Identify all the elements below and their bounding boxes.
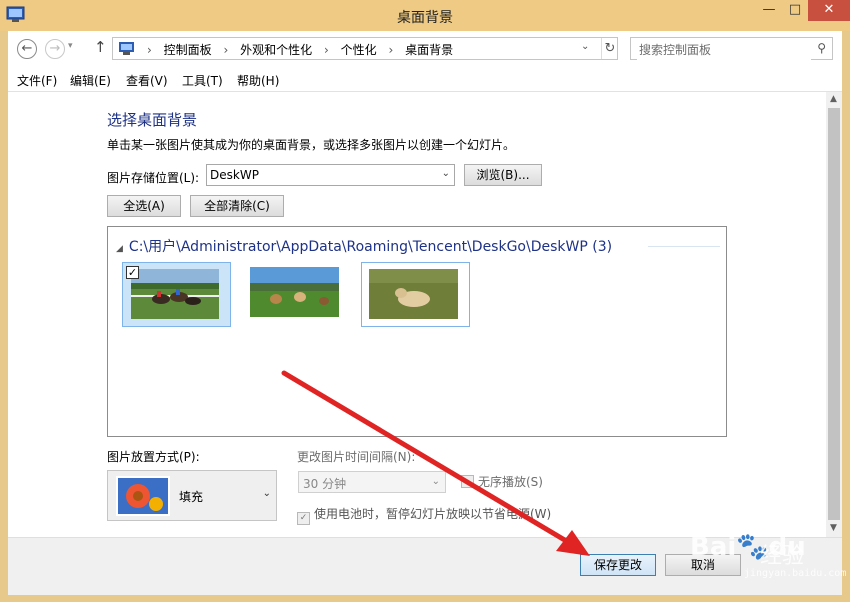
watermark-suffix: 经验 (760, 544, 805, 569)
chevron-down-icon: ⌄ (581, 41, 590, 52)
interval-label: 更改图片时间间隔(N): (297, 450, 416, 464)
scroll-thumb[interactable] (828, 108, 840, 520)
vertical-scrollbar[interactable]: ▲ ▼ (826, 92, 842, 537)
arrow-right-icon: → (49, 41, 61, 56)
back-button[interactable]: ← (17, 39, 37, 59)
page-description: 单击某一张图片使其成为你的桌面背景，或选择多张图片以创建一个幻灯片。 (107, 138, 516, 152)
menu-view[interactable]: 查看(V) (126, 72, 168, 89)
refresh-icon: ↻ (604, 41, 616, 56)
interval-value: 30 分钟 (303, 477, 347, 491)
close-button[interactable]: ✕ (808, 0, 850, 21)
arrow-left-icon: ← (21, 41, 33, 56)
up-button[interactable]: ↑ (94, 38, 107, 56)
breadcrumb-desktop-background[interactable]: 桌面背景 (405, 43, 453, 57)
picture-gallery: ◢ C:\用户\Administrator\AppData\Roaming\Ten… (107, 226, 727, 437)
group-header[interactable]: ◢ C:\用户\Administrator\AppData\Roaming\Ten… (116, 236, 612, 256)
breadcrumb-control-panel[interactable]: 控制面板 (164, 43, 212, 57)
browse-button[interactable]: 浏览(B)... (464, 164, 542, 186)
scroll-down-icon[interactable]: ▼ (830, 523, 837, 533)
shuffle-label: 无序播放(S) (478, 475, 543, 489)
refresh-button[interactable]: ↻ (601, 38, 618, 59)
chevron-down-icon: ⌄ (262, 488, 271, 499)
search-icon[interactable]: ⚲ (817, 41, 826, 55)
location-label: 图片存储位置(L): (107, 171, 200, 185)
address-dropdown-button[interactable]: ⌄ (581, 41, 589, 52)
control-panel-icon (119, 42, 134, 55)
battery-pause-checkbox[interactable]: ✓ 使用电池时，暂停幻灯片放映以节省电源(W) (297, 505, 551, 525)
flower-preview-icon (116, 476, 170, 516)
menu-help[interactable]: 帮助(H) (237, 72, 279, 89)
group-header-label: C:\用户\Administrator\AppData\Roaming\Tenc… (128, 239, 613, 255)
chevron-down-icon: ⌄ (431, 476, 440, 487)
chevron-down-icon: ▾ (68, 41, 73, 51)
menu-bar: 文件(F) 编辑(E) 查看(V) 工具(T) 帮助(H) (8, 68, 842, 91)
address-bar[interactable]: › 控制面板 › 外观和个性化 › 个性化 › 桌面背景 ⌄ ↻ (112, 37, 618, 60)
position-label: 图片放置方式(P): (107, 450, 200, 464)
horses-field-photo (250, 267, 339, 317)
collapse-icon: ◢ (116, 244, 123, 254)
picture-tile-horse-racing[interactable]: ✓ (122, 262, 231, 327)
picture-tile-horse-lying[interactable] (361, 262, 470, 327)
menu-edit[interactable]: 编辑(E) (70, 72, 111, 89)
search-box: ⚲ (630, 37, 833, 60)
save-changes-button[interactable]: 保存更改 (580, 554, 656, 576)
breadcrumb-appearance[interactable]: 外观和个性化 (240, 43, 312, 57)
search-input[interactable] (637, 39, 811, 60)
maximize-button[interactable]: □ (782, 0, 808, 21)
shuffle-checkbox[interactable]: 无序播放(S) (461, 473, 543, 490)
menu-file[interactable]: 文件(F) (17, 72, 57, 89)
location-select[interactable]: DeskWP ⌄ (206, 164, 455, 186)
title-bar: 桌面背景 — □ ✕ (0, 0, 850, 31)
group-divider (648, 246, 720, 247)
main-content: 选择桌面背景 单击某一张图片使其成为你的桌面背景，或选择多张图片以创建一个幻灯片… (8, 92, 826, 537)
chevron-down-icon: ⌄ (441, 168, 450, 179)
picture-tile-horses-field[interactable] (235, 262, 344, 327)
watermark-brand: Bai (690, 532, 737, 562)
page-title: 选择桌面背景 (107, 111, 198, 129)
breadcrumb-separator: › (388, 43, 394, 57)
horse-racing-photo (131, 269, 219, 319)
position-value: 填充 (179, 490, 204, 504)
arrow-up-icon: ↑ (94, 38, 107, 56)
scroll-up-icon[interactable]: ▲ (830, 94, 837, 104)
forward-button[interactable]: → (45, 39, 65, 59)
client-area: ← → ▾ ↑ › 控制面板 › 外观和个性化 › 个性化 › 桌面背景 ⌄ ↻… (8, 31, 842, 595)
position-select[interactable]: 填充 ⌄ (107, 470, 277, 521)
breadcrumb-personalization[interactable]: 个性化 (341, 43, 377, 57)
window: 桌面背景 — □ ✕ ← → ▾ ↑ › 控制面板 › 外观和个性化 › 个性化… (0, 0, 850, 602)
breadcrumb: › 控制面板 › 外观和个性化 › 个性化 › 桌面背景 (143, 41, 457, 58)
breadcrumb-separator: › (323, 43, 329, 57)
location-value: DeskWP (210, 168, 259, 182)
clear-all-button[interactable]: 全部清除(C) (190, 195, 284, 217)
watermark-url: jingyan.baidu.com (744, 568, 847, 579)
checkbox-checked-icon: ✓ (297, 512, 310, 525)
menu-tools[interactable]: 工具(T) (182, 72, 223, 89)
breadcrumb-separator: › (147, 43, 152, 57)
horse-lying-photo (369, 269, 458, 319)
checkbox-icon (461, 475, 474, 488)
tile-checkbox[interactable]: ✓ (126, 266, 139, 279)
minimize-button[interactable]: — (756, 0, 782, 21)
select-all-button[interactable]: 全选(A) (107, 195, 181, 217)
recent-locations-button[interactable]: ▾ (68, 41, 73, 51)
address-row: ← → ▾ ↑ › 控制面板 › 外观和个性化 › 个性化 › 桌面背景 ⌄ ↻… (8, 31, 842, 67)
interval-select[interactable]: 30 分钟 ⌄ (298, 471, 446, 493)
battery-pause-label: 使用电池时，暂停幻灯片放映以节省电源(W) (314, 507, 552, 521)
window-title: 桌面背景 (397, 10, 453, 26)
breadcrumb-separator: › (223, 43, 229, 57)
